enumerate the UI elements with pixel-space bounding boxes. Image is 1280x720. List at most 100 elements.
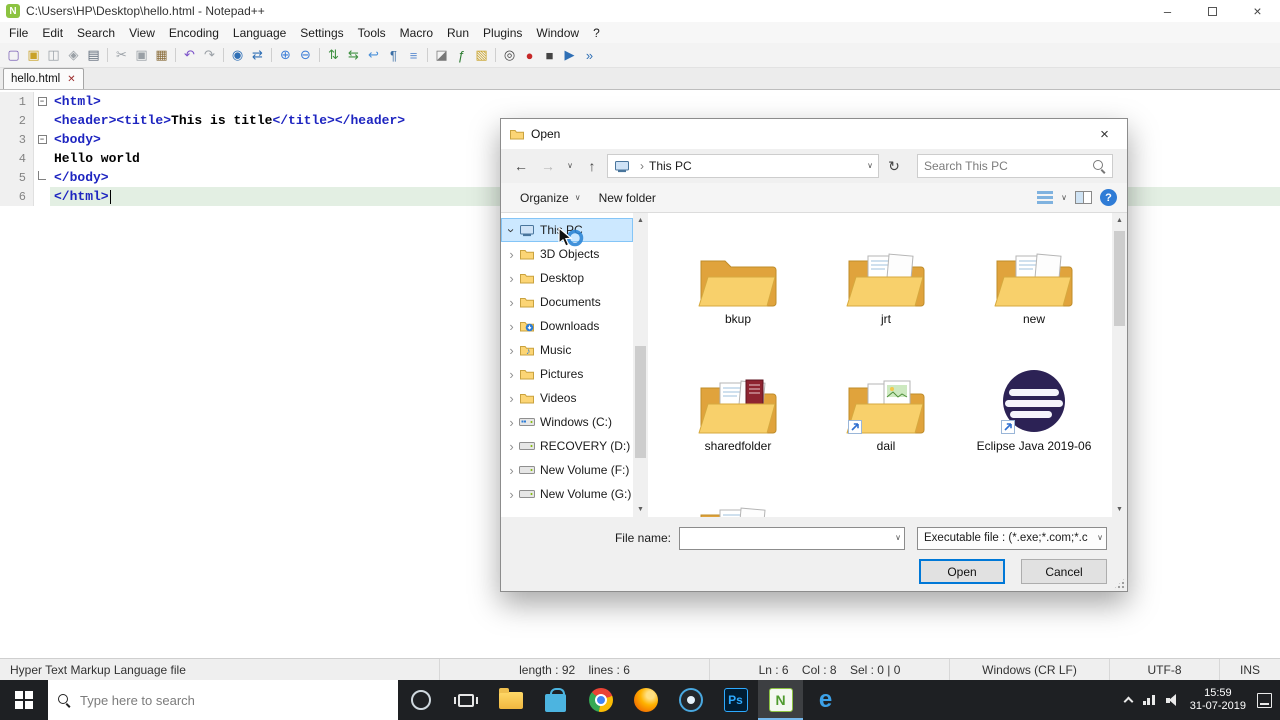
chevron-collapsed-icon[interactable]: › (505, 463, 518, 478)
file-item-new[interactable]: new (964, 229, 1104, 356)
tree-item-windows-c[interactable]: › Windows (C:) (501, 410, 633, 434)
tree-item-new-volume-g[interactable]: › New Volume (G:) (501, 482, 633, 506)
chevron-collapsed-icon[interactable]: › (505, 391, 518, 406)
view-dropdown-icon[interactable]: ∨ (1061, 193, 1067, 202)
tree-item-desktop[interactable]: › Desktop (501, 266, 633, 290)
back-button[interactable]: ← (509, 154, 533, 178)
start-button[interactable] (0, 680, 48, 720)
scrollbar-thumb[interactable] (1114, 231, 1125, 326)
menu-window[interactable]: Window (529, 22, 586, 43)
dialog-title-bar[interactable]: Open × (501, 119, 1127, 149)
file-item-bkup[interactable]: bkup (668, 229, 808, 356)
address-bar[interactable]: › This PC ∨ (607, 154, 879, 178)
taskbar-search[interactable] (48, 680, 398, 720)
file-list-scrollbar[interactable]: ▲ ▼ (1112, 213, 1127, 517)
taskbar-chrome-button[interactable] (578, 680, 623, 720)
breadcrumb-location[interactable]: This PC (649, 159, 692, 173)
taskbar-photoshop-button[interactable]: Ps (713, 680, 758, 720)
menu-edit[interactable]: Edit (35, 22, 70, 43)
chevron-collapsed-icon[interactable]: › (505, 415, 518, 430)
action-center-icon[interactable] (1257, 692, 1272, 708)
scroll-down-icon[interactable]: ▼ (633, 502, 648, 517)
chevron-expanded-icon[interactable]: › (504, 224, 519, 237)
menu-macro[interactable]: Macro (393, 22, 440, 43)
print-icon[interactable]: ▤ (84, 46, 103, 65)
tree-item-recovery-d[interactable]: › RECOVERY (D:) (501, 434, 633, 458)
file-item-dail[interactable]: dail (816, 356, 956, 483)
file-item-folder[interactable] (668, 483, 808, 517)
fold-marker-icon[interactable]: – (34, 130, 50, 149)
chevron-collapsed-icon[interactable]: › (505, 343, 518, 358)
sync-vertical-scroll-icon[interactable]: ⇅ (324, 46, 343, 65)
menu-settings[interactable]: Settings (293, 22, 350, 43)
menu-search[interactable]: Search (70, 22, 122, 43)
chevron-collapsed-icon[interactable]: › (505, 247, 518, 262)
change-view-button[interactable] (1037, 191, 1054, 204)
run-macro-multiple-icon[interactable]: » (580, 46, 599, 65)
dialog-search-box[interactable] (917, 154, 1113, 178)
find-icon[interactable]: ◉ (228, 46, 247, 65)
network-icon[interactable] (1142, 695, 1155, 705)
taskbar-edge-button[interactable]: e (803, 680, 848, 720)
recent-locations-dropdown-icon[interactable]: ∨ (563, 154, 577, 178)
document-map-icon[interactable]: ◪ (432, 46, 451, 65)
word-wrap-icon[interactable]: ↩ (364, 46, 383, 65)
organize-button[interactable]: Organize ∨ (511, 186, 590, 210)
paste-icon[interactable]: ▦ (152, 46, 171, 65)
fold-marker-icon[interactable]: – (34, 92, 50, 111)
address-dropdown-icon[interactable]: ∨ (867, 162, 873, 170)
save-file-icon[interactable]: ◫ (44, 46, 63, 65)
menu-language[interactable]: Language (226, 22, 293, 43)
tree-item-videos[interactable]: › Videos (501, 386, 633, 410)
task-view-button[interactable] (443, 680, 488, 720)
cut-icon[interactable]: ✂ (112, 46, 131, 65)
forward-button[interactable]: → (536, 154, 560, 178)
open-file-icon[interactable]: ▣ (24, 46, 43, 65)
chevron-collapsed-icon[interactable]: › (505, 271, 518, 286)
cortana-button[interactable] (398, 680, 443, 720)
help-button[interactable]: ? (1100, 189, 1117, 206)
scroll-down-icon[interactable]: ▼ (1112, 502, 1127, 517)
taskbar-clock[interactable]: 15:59 31-07-2019 (1190, 687, 1246, 713)
preview-pane-button[interactable] (1075, 191, 1092, 204)
tab-close-icon[interactable]: ✕ (67, 74, 75, 85)
stop-macro-icon[interactable]: ■ (540, 46, 559, 65)
zoom-out-icon[interactable]: ⊖ (296, 46, 315, 65)
sync-horizontal-scroll-icon[interactable]: ⇆ (344, 46, 363, 65)
chevron-collapsed-icon[interactable]: › (505, 487, 518, 502)
menu-run[interactable]: Run (440, 22, 476, 43)
scrollbar-track[interactable] (633, 228, 648, 502)
tray-expand-icon[interactable] (1123, 696, 1134, 707)
tree-item-pictures[interactable]: › Pictures (501, 362, 633, 386)
file-type-combobox[interactable]: Executable file : (*.exe;*.com;*.c ∨ (917, 526, 1107, 550)
undo-icon[interactable]: ↶ (180, 46, 199, 65)
tree-item-music[interactable]: › ♪ Music (501, 338, 633, 362)
monitoring-icon[interactable]: ◎ (500, 46, 519, 65)
function-list-icon[interactable]: ƒ (452, 46, 471, 65)
new-file-icon[interactable]: ▢ (4, 46, 23, 65)
tree-item-downloads[interactable]: › Downloads (501, 314, 633, 338)
sidebar-scrollbar[interactable]: ▲ ▼ (633, 213, 648, 517)
file-name-input[interactable] (680, 531, 896, 545)
scrollbar-track[interactable] (1112, 228, 1127, 502)
editor-line-1[interactable]: 1– <html> (0, 92, 1280, 111)
refresh-button[interactable]: ↻ (882, 154, 906, 178)
cancel-button[interactable]: Cancel (1021, 559, 1107, 584)
tree-item-this-pc[interactable]: › This PC (501, 218, 633, 242)
tree-item-3d-objects[interactable]: › 3D Objects (501, 242, 633, 266)
taskbar-firefox-button[interactable] (623, 680, 668, 720)
menu-tools[interactable]: Tools (351, 22, 393, 43)
menu-plugins[interactable]: Plugins (476, 22, 529, 43)
chevron-collapsed-icon[interactable]: › (505, 295, 518, 310)
copy-icon[interactable]: ▣ (132, 46, 151, 65)
play-macro-icon[interactable]: ▶ (560, 46, 579, 65)
search-icon[interactable] (1093, 159, 1106, 173)
file-item-jrt[interactable]: jrt (816, 229, 956, 356)
close-button[interactable]: × (1235, 0, 1280, 22)
taskbar-notepad-plus-plus-button[interactable]: N (758, 680, 803, 720)
file-item-eclipse-java-2019-06[interactable]: Eclipse Java 2019-06 (964, 356, 1104, 483)
tree-item-documents[interactable]: › Documents (501, 290, 633, 314)
menu-file[interactable]: File (2, 22, 35, 43)
taskbar-media-player-button[interactable] (668, 680, 713, 720)
save-all-icon[interactable]: ◈ (64, 46, 83, 65)
